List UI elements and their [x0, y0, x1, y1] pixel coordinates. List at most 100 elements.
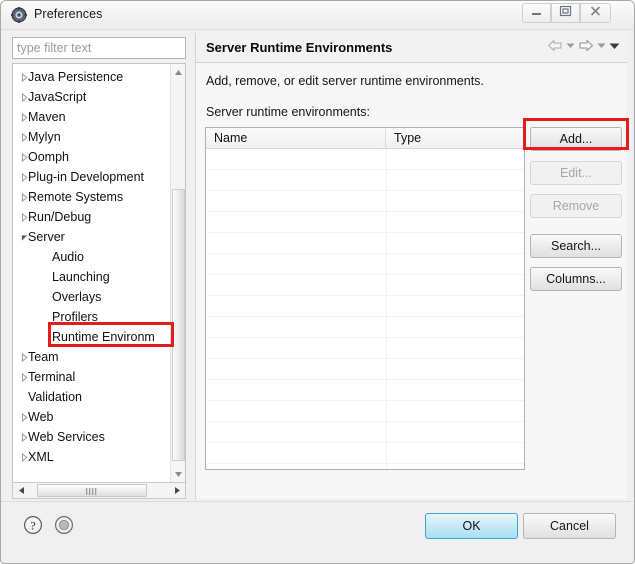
chevron-right-icon[interactable]: [13, 172, 28, 182]
tree-item-label: Oomph: [28, 150, 69, 164]
chevron-right-icon[interactable]: [13, 132, 28, 142]
chevron-right-icon[interactable]: [13, 72, 28, 82]
window-title: Preferences: [34, 7, 103, 21]
table-row[interactable]: [206, 296, 524, 317]
tree-horizontal-scrollbar[interactable]: [12, 482, 186, 499]
close-button[interactable]: [580, 3, 611, 23]
table-row[interactable]: [206, 380, 524, 401]
cancel-button[interactable]: Cancel: [523, 513, 616, 539]
chevron-right-icon[interactable]: [13, 352, 28, 362]
tree-item-runtime-environm[interactable]: Runtime Environm: [13, 327, 171, 347]
chevron-right-icon[interactable]: [13, 92, 28, 102]
back-arrow-icon[interactable]: [547, 39, 563, 52]
preferences-gear-icon: [11, 7, 27, 23]
scroll-left-arrow-icon[interactable]: [13, 483, 29, 498]
title-bar: Preferences: [1, 1, 634, 30]
svg-text:?: ?: [30, 518, 35, 532]
table-row[interactable]: [206, 170, 524, 191]
filter-input[interactable]: [12, 37, 186, 59]
tree-item-remote-systems[interactable]: Remote Systems: [13, 187, 171, 207]
chevron-right-icon[interactable]: [13, 432, 28, 442]
help-question-icon[interactable]: ?: [22, 514, 44, 536]
tree-item-plug-in-development[interactable]: Plug-in Development: [13, 167, 171, 187]
column-header-type[interactable]: Type: [386, 128, 524, 148]
chevron-down-icon[interactable]: [13, 233, 28, 242]
page-header: Server Runtime Environments: [196, 33, 627, 63]
tree-scrollbar-thumb[interactable]: [172, 189, 185, 461]
minimize-button[interactable]: [522, 3, 551, 23]
close-icon: [589, 4, 602, 22]
runtime-environments-table[interactable]: Name Type: [205, 127, 525, 470]
tree-item-audio[interactable]: Audio: [13, 247, 171, 267]
tree-item-mylyn[interactable]: Mylyn: [13, 127, 171, 147]
tree-item-label: Maven: [28, 110, 66, 124]
table-row[interactable]: [206, 359, 524, 380]
tree-item-label: Terminal: [28, 370, 76, 384]
chevron-right-icon[interactable]: [13, 192, 28, 202]
table-row[interactable]: [206, 191, 524, 212]
maximize-button[interactable]: [551, 3, 580, 23]
tree-item-overlays[interactable]: Overlays: [13, 287, 171, 307]
chevron-right-icon[interactable]: [13, 372, 28, 382]
search-button[interactable]: Search...: [530, 234, 622, 258]
tree-item-web-services[interactable]: Web Services: [13, 427, 171, 447]
table-row[interactable]: [206, 275, 524, 296]
chevron-right-icon[interactable]: [13, 152, 28, 162]
tree-item-java-persistence[interactable]: Java Persistence: [13, 67, 171, 87]
table-row[interactable]: [206, 422, 524, 443]
tree-item-label: Overlays: [52, 290, 102, 304]
tree-item-label: Launching: [52, 270, 110, 284]
tree-item-javascript[interactable]: JavaScript: [13, 87, 171, 107]
tree-item-oomph[interactable]: Oomph: [13, 147, 171, 167]
preferences-tree[interactable]: Java Persistence JavaScript Maven Mylyn Oomp…: [12, 63, 186, 483]
page-navigation-toolbar[interactable]: [547, 39, 620, 52]
maximize-icon: [559, 4, 572, 22]
table-row[interactable]: [206, 401, 524, 422]
tree-item-web[interactable]: Web: [13, 407, 171, 427]
tree-item-label: Validation: [28, 390, 82, 404]
tree-item-profilers[interactable]: Profilers: [13, 307, 171, 327]
remove-button: Remove: [530, 194, 622, 218]
tree-item-label: Java Persistence: [28, 70, 124, 84]
tree-item-label: Team: [28, 350, 59, 364]
table-row[interactable]: [206, 338, 524, 359]
scroll-right-arrow-icon[interactable]: [169, 483, 185, 498]
info-circle-icon[interactable]: [53, 514, 75, 536]
table-row[interactable]: [206, 149, 524, 170]
table-row[interactable]: [206, 443, 524, 464]
tree-item-label: JavaScript: [28, 90, 87, 104]
scroll-down-arrow-icon[interactable]: [171, 466, 185, 482]
tree-item-label: Plug-in Development: [28, 170, 145, 184]
tree-item-terminal[interactable]: Terminal: [13, 367, 171, 387]
table-body[interactable]: [206, 149, 524, 469]
tree-item-launching[interactable]: Launching: [13, 267, 171, 287]
table-row[interactable]: [206, 254, 524, 275]
tree-item-server[interactable]: Server: [13, 227, 171, 247]
tree-item-label: Profilers: [52, 310, 98, 324]
table-row[interactable]: [206, 212, 524, 233]
tree-vertical-scrollbar[interactable]: [170, 64, 185, 482]
tree-hscrollbar-thumb[interactable]: [37, 484, 147, 497]
tree-item-maven[interactable]: Maven: [13, 107, 171, 127]
chevron-right-icon[interactable]: [13, 412, 28, 422]
column-header-name[interactable]: Name: [206, 128, 386, 148]
tree-item-team[interactable]: Team: [13, 347, 171, 367]
chevron-right-icon[interactable]: [13, 112, 28, 122]
chevron-right-icon[interactable]: [13, 212, 28, 222]
table-row[interactable]: [206, 317, 524, 338]
tree-item-run-debug[interactable]: Run/Debug: [13, 207, 171, 227]
forward-arrow-icon[interactable]: [578, 39, 594, 52]
forward-menu-chevron-down-icon[interactable]: [597, 42, 606, 49]
scroll-up-arrow-icon[interactable]: [171, 64, 185, 80]
chevron-right-icon[interactable]: [13, 452, 28, 462]
tree-item-validation[interactable]: Validation: [13, 387, 171, 407]
view-menu-chevron-down-icon[interactable]: [609, 42, 620, 50]
ok-button[interactable]: OK: [425, 513, 518, 539]
back-menu-chevron-down-icon[interactable]: [566, 42, 575, 49]
table-row[interactable]: [206, 233, 524, 254]
dialog-footer: ? OK Cancel: [1, 501, 634, 563]
columns-button[interactable]: Columns...: [530, 267, 622, 291]
add-button[interactable]: Add...: [530, 127, 622, 151]
tree-item-label: Run/Debug: [28, 210, 92, 224]
tree-item-xml[interactable]: XML: [13, 447, 171, 467]
